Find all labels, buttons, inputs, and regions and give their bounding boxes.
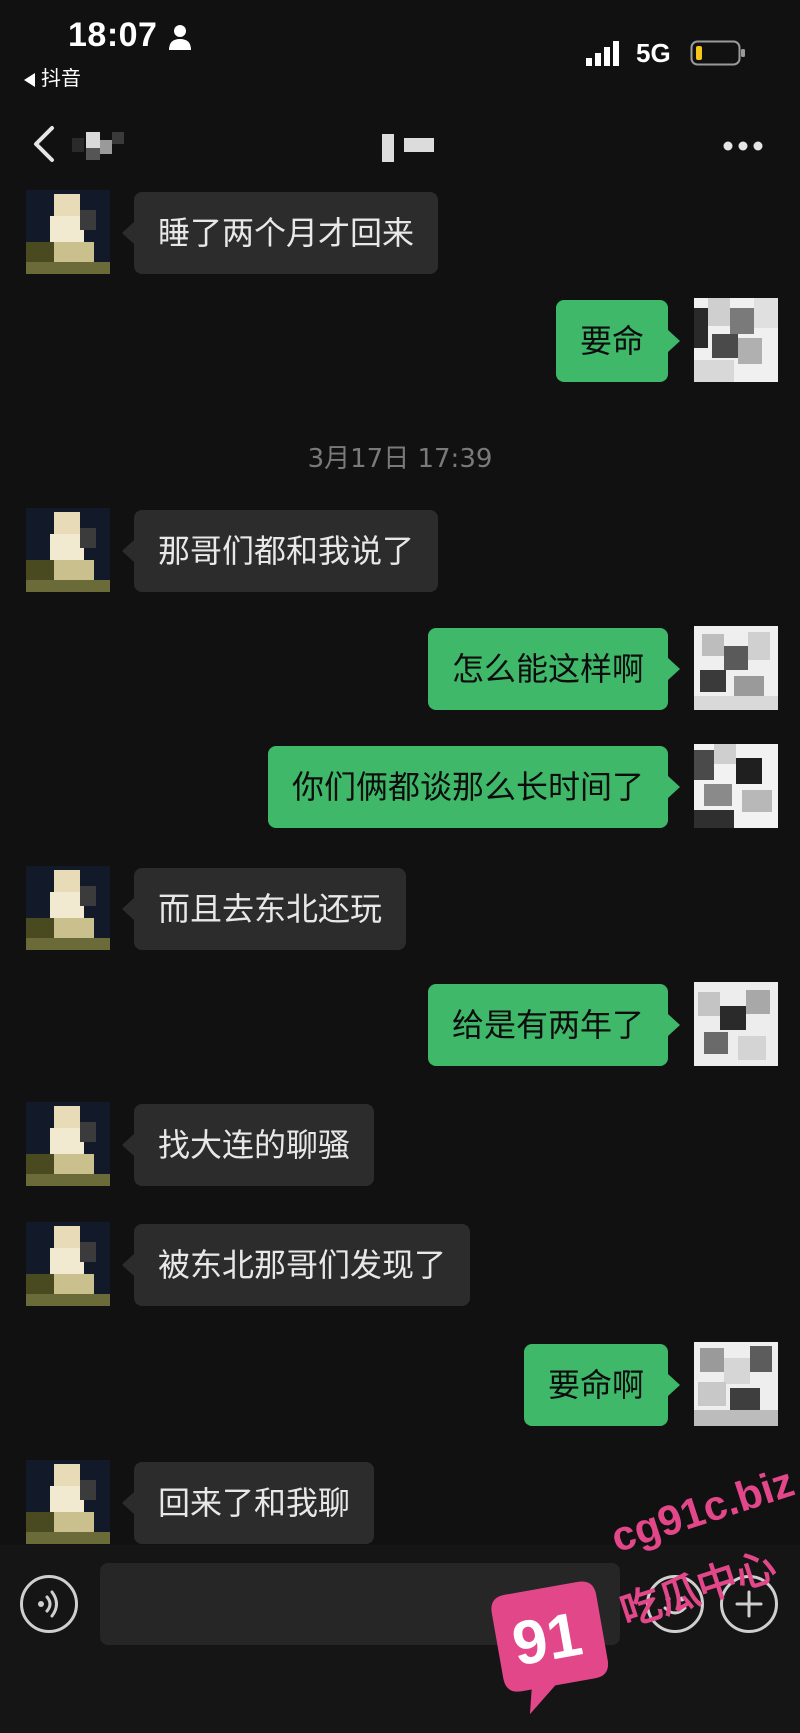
incoming-message-bubble[interactable]: 找大连的聊骚 [121,1104,375,1186]
message-row: 那哥们都和我说了 [0,508,800,594]
message-row: 被东北那哥们发现了 [0,1222,800,1308]
blurred-chat-title [382,134,434,162]
outgoing-message-bubble[interactable]: 给是有两年了 [427,984,681,1066]
plus-icon [735,1590,763,1618]
chat-header [0,108,800,182]
incoming-message-bubble[interactable]: 被东北那哥们发现了 [121,1224,471,1306]
voice-button[interactable] [20,1575,78,1633]
message-row: 要命 [0,298,800,384]
status-bar: 18:07 抖音 5G [0,0,800,100]
contact-avatar[interactable] [26,1222,110,1306]
message-input[interactable] [100,1563,620,1645]
my-avatar[interactable] [694,1342,778,1426]
network-type: 5G [636,38,671,68]
voice-icon [38,1590,58,1618]
plus-button[interactable] [720,1575,778,1633]
my-avatar[interactable] [694,626,778,710]
outgoing-message-bubble[interactable]: 你们俩都谈那么长时间了 [267,746,681,828]
incoming-message-bubble[interactable]: 睡了两个月才回来 [121,192,439,274]
contact-avatar[interactable] [26,1460,110,1544]
person-icon [169,25,191,50]
message-row: 怎么能这样啊 [0,626,800,712]
outgoing-message-bubble[interactable]: 怎么能这样啊 [427,628,681,710]
incoming-message-bubble[interactable]: 回来了和我聊 [121,1462,375,1544]
chevron-left-icon[interactable] [30,122,60,166]
input-bar [0,1545,800,1733]
signal-icon [586,41,619,66]
my-avatar[interactable] [694,744,778,828]
contact-avatar[interactable] [26,190,110,274]
message-row: 睡了两个月才回来 [0,190,800,276]
message-row: 找大连的聊骚 [0,1102,800,1188]
incoming-message-bubble[interactable]: 那哥们都和我说了 [121,510,439,592]
emoji-icon [663,1596,687,1615]
message-row: 而且去东北还玩 [0,866,800,952]
back-triangle-icon [24,72,35,87]
message-list[interactable]: 睡了两个月才回来 要命 3月17日 17:39 那哥们都和我说了 怎么能这样啊 … [0,182,800,1544]
my-avatar[interactable] [694,298,778,382]
message-row: 要命啊 [0,1342,800,1428]
contact-avatar[interactable] [26,866,110,950]
blurred-contact-name [72,132,124,160]
emoji-button[interactable] [646,1575,704,1633]
contact-avatar[interactable] [26,1102,110,1186]
message-row: 给是有两年了 [0,982,800,1068]
outgoing-message-bubble[interactable]: 要命啊 [523,1344,681,1426]
outgoing-message-bubble[interactable]: 要命 [555,300,681,382]
back-app-label: 抖音 [41,66,81,90]
more-horizontal-icon[interactable] [722,138,764,154]
status-time: 18:07 [68,16,158,54]
message-row: 你们俩都谈那么长时间了 [0,744,800,830]
battery-icon [690,40,745,66]
back-to-app-link[interactable]: 抖音 [24,62,81,91]
chat-timestamp: 3月17日 17:39 [307,444,493,474]
contact-avatar[interactable] [26,508,110,592]
incoming-message-bubble[interactable]: 而且去东北还玩 [121,868,407,950]
message-row: 回来了和我聊 [0,1460,800,1546]
my-avatar[interactable] [694,982,778,1066]
